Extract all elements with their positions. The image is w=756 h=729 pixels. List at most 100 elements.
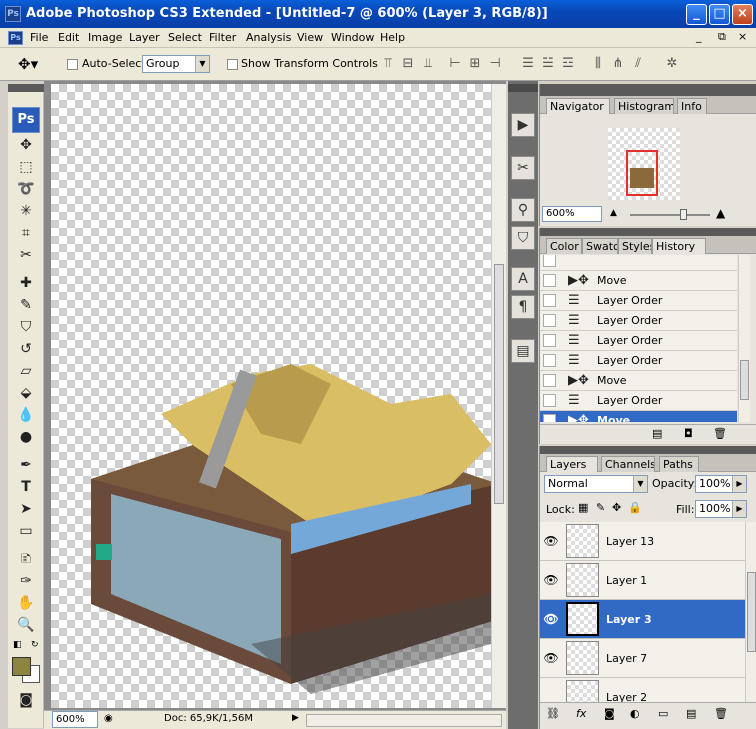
- align-left-icon[interactable]: ⊢: [445, 55, 465, 73]
- brush-tool-icon[interactable]: ✎: [12, 295, 40, 316]
- menu-window[interactable]: Window: [327, 28, 378, 48]
- history-item[interactable]: ☰ Layer Order: [540, 391, 737, 411]
- foreground-color-swatch[interactable]: [12, 657, 31, 676]
- type-tool-icon[interactable]: T: [12, 477, 40, 498]
- align-hcenter-icon[interactable]: ⊞: [465, 55, 485, 73]
- zoom-tool-icon[interactable]: 🔍: [12, 615, 40, 636]
- layers-scrollbar[interactable]: [745, 522, 756, 702]
- hand-tool-icon[interactable]: ✋: [12, 593, 40, 614]
- menu-edit[interactable]: Edit: [54, 28, 83, 48]
- tab-color[interactable]: Color: [546, 238, 582, 254]
- tab-history[interactable]: History: [652, 238, 706, 254]
- show-transform-checkbox[interactable]: [227, 59, 238, 70]
- swap-colors-icon[interactable]: ↻: [31, 640, 39, 650]
- history-item[interactable]: ☰ Layer Order: [540, 331, 737, 351]
- layer-mask-icon[interactable]: ◙: [604, 707, 615, 720]
- tool-presets-icon[interactable]: ✂: [511, 156, 535, 180]
- canvas[interactable]: [51, 84, 491, 708]
- eye-icon[interactable]: 👁: [543, 534, 559, 548]
- menu-analysis[interactable]: Analysis: [242, 28, 295, 48]
- brushes-panel-icon[interactable]: ⚲: [511, 198, 535, 222]
- tab-navigator[interactable]: Navigator: [546, 98, 610, 114]
- paragraph-panel-icon[interactable]: ¶: [511, 295, 535, 319]
- eye-hidden-icon[interactable]: [543, 690, 559, 702]
- history-item[interactable]: ☰ Layer Order: [540, 291, 737, 311]
- new-layer-icon[interactable]: ▤: [686, 707, 696, 720]
- close-button[interactable]: ×: [732, 4, 753, 25]
- clone-stamp-tool-icon[interactable]: ⛉: [12, 317, 40, 338]
- history-scroll-thumb[interactable]: [740, 360, 749, 400]
- minimize-button[interactable]: _: [686, 4, 707, 25]
- healing-brush-tool-icon[interactable]: ✚: [12, 273, 40, 294]
- blur-tool-icon[interactable]: 💧: [12, 405, 40, 426]
- tab-info[interactable]: Info: [677, 98, 707, 114]
- doc-minimize-button[interactable]: _: [696, 30, 702, 43]
- distribute-hcenter-icon[interactable]: ⋔: [608, 55, 628, 73]
- move-tool-icon[interactable]: ✥: [12, 135, 40, 156]
- default-colors-icon[interactable]: ◧: [13, 640, 22, 650]
- tab-histogram[interactable]: Histogram: [614, 98, 674, 114]
- lock-position-icon[interactable]: ✥: [612, 501, 621, 514]
- notes-panel-icon[interactable]: ▤: [511, 339, 535, 363]
- navigator-zoom-field[interactable]: 600%: [542, 206, 602, 222]
- distribute-top-icon[interactable]: ☰: [518, 55, 538, 73]
- eye-icon[interactable]: 👁: [543, 651, 559, 665]
- character-panel-icon[interactable]: A: [511, 267, 535, 291]
- clone-source-icon[interactable]: ⛉: [511, 226, 535, 250]
- layers-scroll-thumb[interactable]: [747, 572, 756, 652]
- shape-tool-icon[interactable]: ▭: [12, 521, 40, 542]
- menu-filter[interactable]: Filter: [205, 28, 240, 48]
- layer-row[interactable]: Layer 2: [540, 678, 745, 702]
- status-menu-icon[interactable]: ◉: [104, 713, 113, 724]
- doc-close-button[interactable]: ×: [738, 30, 747, 43]
- history-item[interactable]: ▶✥ Move: [540, 271, 737, 291]
- paint-bucket-tool-icon[interactable]: ⬙: [12, 383, 40, 404]
- zoom-field[interactable]: 600%: [52, 711, 98, 728]
- distribute-right-icon[interactable]: ⫽: [628, 55, 648, 73]
- doc-restore-button[interactable]: ⧉: [718, 30, 726, 44]
- status-arrow-icon[interactable]: ▶: [292, 713, 299, 723]
- distribute-bottom-icon[interactable]: ☲: [558, 55, 578, 73]
- align-right-icon[interactable]: ⊣: [485, 55, 505, 73]
- toolbox-header[interactable]: [8, 84, 44, 92]
- layer-row[interactable]: 👁 Layer 1: [540, 561, 745, 600]
- trash-icon[interactable]: 🗑: [713, 427, 727, 440]
- lock-transparent-icon[interactable]: ▦: [578, 501, 588, 514]
- eraser-tool-icon[interactable]: ▱: [12, 361, 40, 382]
- layer-style-icon[interactable]: fx: [576, 707, 586, 720]
- magic-wand-tool-icon[interactable]: ✳: [12, 201, 40, 222]
- adjustment-layer-icon[interactable]: ◐: [630, 707, 640, 720]
- tab-paths[interactable]: Paths: [659, 456, 699, 472]
- actions-panel-icon[interactable]: ▶: [511, 113, 535, 137]
- distribute-left-icon[interactable]: ⫼: [588, 55, 608, 73]
- align-bottom-icon[interactable]: ⫫: [418, 55, 438, 73]
- lasso-tool-icon[interactable]: ➰: [12, 179, 40, 200]
- marquee-tool-icon[interactable]: ⬚: [12, 157, 40, 178]
- layer-row[interactable]: 👁 Layer 7: [540, 639, 745, 678]
- new-document-from-state-icon[interactable]: ▤: [652, 427, 662, 440]
- zoom-slider-thumb[interactable]: [680, 209, 687, 220]
- crop-tool-icon[interactable]: ⌗: [12, 223, 40, 244]
- navigator-zoom-slider[interactable]: [630, 209, 710, 220]
- navigator-thumbnail[interactable]: [608, 128, 680, 200]
- align-top-icon[interactable]: ⫪: [378, 55, 398, 73]
- new-group-icon[interactable]: ▭: [658, 707, 668, 720]
- tab-channels[interactable]: Channels: [601, 456, 655, 472]
- scrollbar-thumb[interactable]: [494, 264, 504, 504]
- move-tool-preset-icon[interactable]: ✥▾: [18, 55, 38, 73]
- history-scrollbar[interactable]: [738, 255, 750, 422]
- menu-file[interactable]: File: [26, 28, 52, 48]
- auto-select-checkbox[interactable]: [67, 59, 78, 70]
- lock-pixels-icon[interactable]: ✎: [596, 501, 605, 514]
- tab-layers[interactable]: Layers: [546, 456, 598, 472]
- distribute-vcenter-icon[interactable]: ☱: [538, 55, 558, 73]
- menu-image[interactable]: Image: [84, 28, 126, 48]
- fill-field[interactable]: 100% ▶: [695, 500, 747, 518]
- tab-swatches[interactable]: Swatches: [582, 238, 618, 254]
- zoom-in-icon[interactable]: ▲: [716, 206, 725, 220]
- auto-select-dropdown[interactable]: Group ▼: [142, 55, 210, 73]
- dodge-tool-icon[interactable]: ●: [12, 427, 40, 448]
- eye-icon[interactable]: 👁: [543, 612, 559, 626]
- quick-mask-icon[interactable]: ◙: [12, 690, 40, 711]
- menu-view[interactable]: View: [293, 28, 327, 48]
